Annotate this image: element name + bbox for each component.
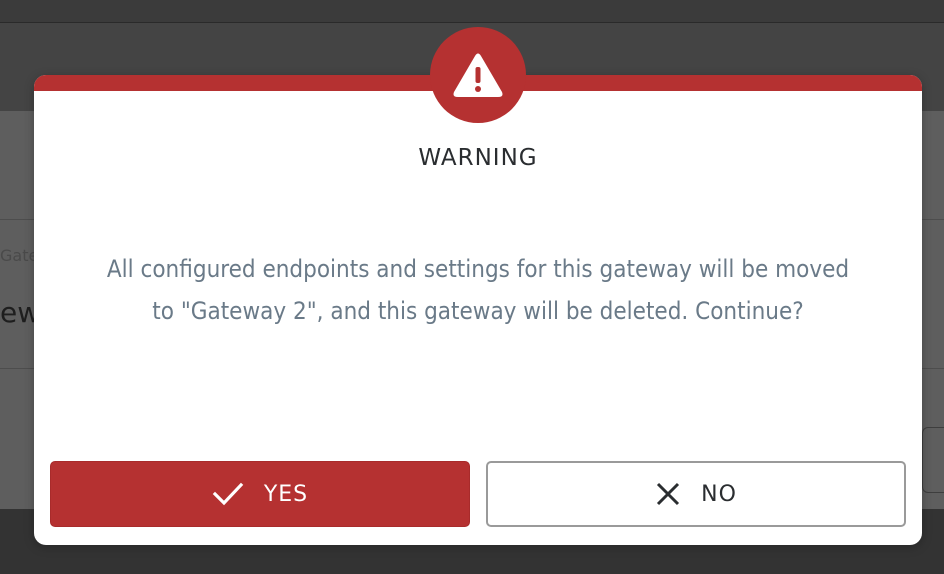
dialog-message: All configured endpoints and settings fo… (106, 255, 850, 325)
checkmark-icon (212, 482, 244, 506)
background-top-bar (0, 0, 944, 23)
warning-badge (430, 27, 526, 123)
dialog-title: WARNING (418, 145, 538, 171)
no-button[interactable]: NO (486, 461, 906, 527)
warning-triangle-icon (453, 53, 503, 97)
yes-button[interactable]: YES (50, 461, 470, 527)
yes-button-label: YES (263, 481, 309, 507)
close-icon (655, 481, 681, 507)
background-button (922, 427, 944, 493)
no-button-label: NO (701, 481, 737, 507)
background-field-label: Gate (0, 246, 39, 265)
